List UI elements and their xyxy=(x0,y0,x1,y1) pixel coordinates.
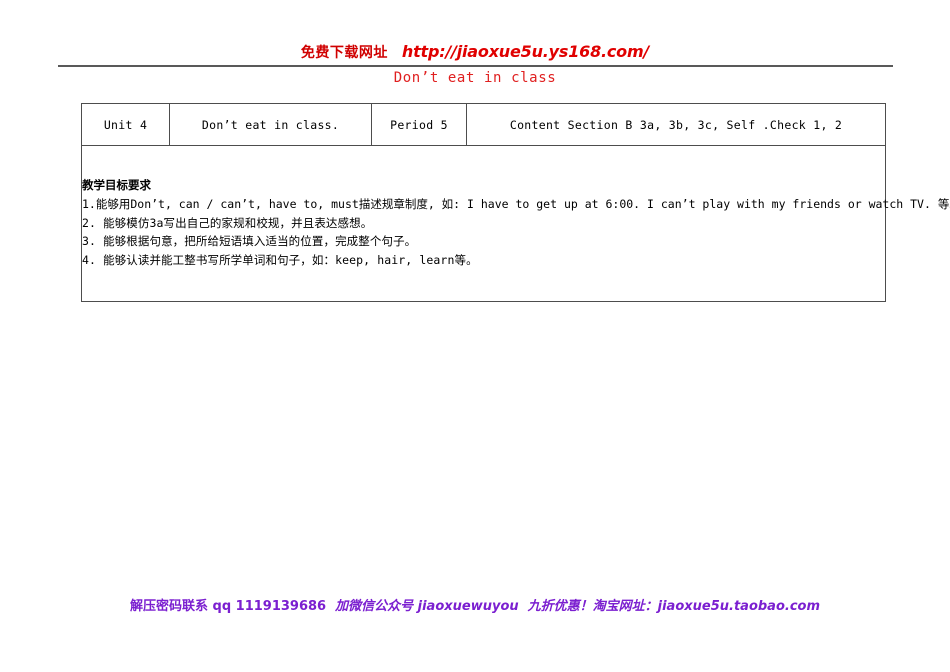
header-divider-rule xyxy=(58,65,893,67)
promo-header-label: 免费下载网址 xyxy=(300,45,388,61)
promo-footer-wechat: 加微信公众号 jiaoxuewuyou xyxy=(335,599,519,614)
promo-header: 免费下载网址 http://jiaoxue5u.ys168.com/ xyxy=(0,44,950,61)
table-body-row: 教学目标要求 1.能够用Don’t, can / can’t, have to,… xyxy=(81,145,950,302)
promo-footer-qq: 解压密码联系 qq 1119139686 xyxy=(129,599,327,614)
cell-period: Period 5 xyxy=(371,103,467,146)
objective-item-1: 1.能够用Don’t, can / can’t, have to, must描述… xyxy=(82,196,950,211)
objective-item-4: 4. 能够认读并能工整书写所学单词和句子，如：keep, hair, learn… xyxy=(82,253,478,268)
cell-topic: Don’t eat in class. xyxy=(169,103,372,146)
promo-footer: 解压密码联系 qq 1119139686 加微信公众号 jiaoxuewuyou 九… xyxy=(0,598,950,614)
page-title: Don’t eat in class xyxy=(393,70,557,86)
lesson-plan-table: Unit 4 Don’t eat in class. Period 5 Cont… xyxy=(81,103,950,302)
promo-header-url[interactable]: http://jiaoxue5u.ys168.com/ xyxy=(402,42,649,61)
table-header-row: Unit 4 Don’t eat in class. Period 5 Cont… xyxy=(81,103,886,146)
objectives-heading: 教学目标要求 xyxy=(82,178,151,193)
objective-item-2: 2. 能够模仿3a写出自己的家规和校规，并且表达感想。 xyxy=(82,215,373,230)
cell-objectives: 教学目标要求 1.能够用Don’t, can / can’t, have to,… xyxy=(81,145,950,302)
promo-footer-taobao[interactable]: 九折优惠！淘宝网址：jiaoxue5u.taobao.com xyxy=(528,599,820,614)
cell-unit: Unit 4 xyxy=(81,103,170,146)
objective-item-3: 3. 能够根据句意，把所给短语填入适当的位置，完成整个句子。 xyxy=(82,234,417,249)
cell-content: Content Section B 3a, 3b, 3c, Self .Chec… xyxy=(466,103,886,146)
